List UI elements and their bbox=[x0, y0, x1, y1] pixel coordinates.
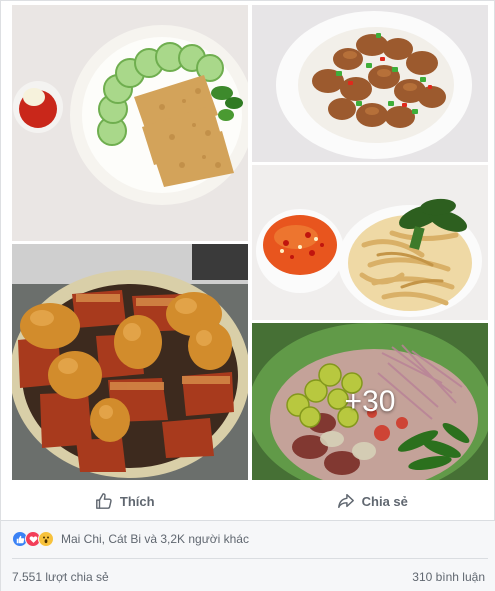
comments-count[interactable]: 310 bình luận bbox=[412, 570, 485, 584]
post-action-bar: Thích Chia sẻ bbox=[1, 484, 495, 518]
photo-braised-ribs[interactable] bbox=[252, 5, 488, 162]
photo-dipping-sauce-shredded[interactable] bbox=[252, 165, 488, 320]
more-photos-overlay[interactable]: +30 bbox=[252, 323, 488, 480]
photo-herbs-bowl[interactable]: +30 bbox=[252, 323, 488, 480]
reactors-text[interactable]: Mai Chi, Cát Bi và 3,2K người khác bbox=[61, 532, 249, 546]
like-button[interactable]: Thích bbox=[1, 484, 249, 518]
share-button[interactable]: Chia sẻ bbox=[249, 484, 495, 518]
thumbs-up-icon bbox=[95, 493, 112, 509]
photo-braised-pork-eggs[interactable] bbox=[12, 244, 248, 480]
share-button-label: Chia sẻ bbox=[361, 493, 408, 509]
more-photos-count: +30 bbox=[344, 384, 396, 418]
reactions-summary[interactable]: Mai Chi, Cát Bi và 3,2K người khác bbox=[12, 530, 249, 548]
reaction-icons bbox=[12, 531, 54, 547]
like-button-label: Thích bbox=[119, 493, 155, 509]
facebook-post-card: +30 Thích Chia sẻ Mai Chi, Cát Bi và 3,2… bbox=[0, 0, 495, 591]
photo-fried-cutlet[interactable] bbox=[12, 5, 248, 241]
wow-reaction-icon bbox=[38, 531, 54, 547]
shares-count[interactable]: 7.551 lượt chia sẻ bbox=[12, 570, 109, 584]
share-arrow-icon bbox=[337, 493, 354, 509]
feedback-divider bbox=[12, 558, 488, 559]
